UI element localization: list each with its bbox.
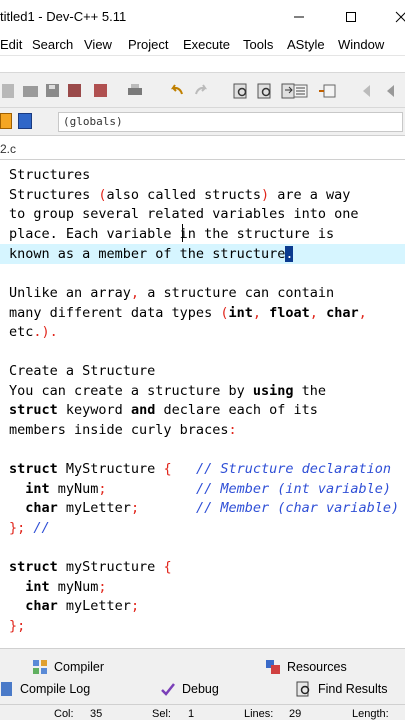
compile-log-tab[interactable]: Compile Log [0, 681, 90, 697]
menu-tools[interactable]: Tools [243, 37, 273, 52]
unindent-button[interactable] [318, 82, 336, 100]
class-bar: (globals) [0, 108, 405, 136]
indent-icon [293, 84, 308, 98]
debug-check-icon [161, 683, 175, 696]
code-line: many different data types (int, float, c… [9, 305, 367, 321]
status-sel-label: Sel: [152, 708, 171, 720]
compiler-tab-label: Compiler [54, 660, 105, 674]
maximize-icon [346, 12, 356, 22]
menu-execute[interactable]: Execute [183, 37, 230, 52]
code-line: to group several related variables into … [9, 206, 359, 222]
code-line: char myLetter; [9, 598, 140, 614]
menu-project[interactable]: Project [128, 37, 168, 52]
menu-search[interactable]: Search [32, 37, 73, 52]
toolbar [0, 72, 405, 108]
status-lines-value: 29 [289, 708, 302, 720]
indent-button[interactable] [292, 82, 310, 100]
resources-tab[interactable]: Resources [265, 659, 347, 675]
code-line: Structures (also called structs) are a w… [9, 187, 351, 203]
text-cursor-ibeam-icon [182, 224, 183, 242]
redo-button[interactable] [192, 82, 210, 100]
close-icon [395, 11, 405, 23]
class-browser-icon[interactable] [0, 113, 12, 129]
code-line: Unlike an array, a structure can contain [9, 285, 335, 301]
find-button[interactable] [232, 82, 250, 100]
status-length-label: Length: [352, 708, 389, 720]
find-results-tab-label: Find Results [318, 682, 388, 696]
nav-forward-button[interactable] [384, 82, 402, 100]
code-line: place. Each variable in the structure is [9, 226, 335, 242]
nav-back-button[interactable] [360, 82, 378, 100]
save-button[interactable] [44, 82, 62, 100]
compiler-tab[interactable]: Compiler [32, 659, 104, 675]
status-col-value: 35 [90, 708, 103, 720]
code-line: Structures [9, 167, 91, 183]
maximize-button[interactable] [340, 6, 362, 28]
code-line: int myNum; // Member (int variable) [9, 481, 392, 497]
undo-button[interactable] [168, 82, 186, 100]
save-all-button[interactable] [66, 82, 84, 100]
close-file-button[interactable] [92, 82, 110, 100]
minimize-button[interactable] [288, 6, 310, 28]
title-bar: titled1 - Dev-C++ 5.11 [0, 0, 405, 34]
unindent-icon [319, 84, 336, 98]
window-title: titled1 - Dev-C++ 5.11 [0, 9, 127, 24]
close-button[interactable] [390, 6, 405, 28]
code-line: You can create a structure by using the [9, 383, 326, 399]
new-file-button[interactable] [0, 82, 18, 100]
code-line: char myLetter; // Member (char variable) [9, 500, 400, 516]
menu-bar: Edit Search View Project Execute Tools A… [0, 34, 405, 56]
status-lines-label: Lines: [244, 708, 274, 720]
folder-icon [23, 86, 38, 97]
members-icon[interactable] [18, 113, 32, 129]
code-line: Create a Structure [9, 363, 156, 379]
compile-log-icon [1, 682, 12, 696]
replace-icon [257, 83, 271, 99]
print-button[interactable] [126, 82, 144, 100]
editor-tabs: 2.c [0, 140, 405, 160]
selected-text: . [285, 246, 294, 262]
minimize-icon [294, 16, 304, 18]
code-line: struct myStructure { [9, 559, 172, 575]
file-icon [2, 84, 14, 98]
scope-select[interactable]: (globals) [58, 112, 403, 132]
close-file-icon [94, 84, 107, 97]
debug-tab[interactable]: Debug [160, 681, 219, 697]
debug-tab-label: Debug [182, 682, 219, 696]
compiler-icon [33, 660, 47, 674]
open-button[interactable] [22, 82, 40, 100]
code-line-current: known as a member of the structure. [9, 246, 294, 262]
code-editor[interactable]: Structures Structures (also called struc… [0, 160, 405, 638]
menu-window[interactable]: Window [338, 37, 384, 52]
code-line: struct MyStructure { // Structure declar… [9, 461, 392, 477]
arrow-left-icon [363, 85, 370, 97]
code-line: etc.). [9, 324, 58, 340]
code-line: }; [9, 618, 26, 634]
menu-astyle[interactable]: AStyle [287, 37, 325, 52]
menu-edit[interactable]: Edit [0, 37, 22, 52]
code-line: }; // [9, 520, 50, 536]
arrow-right-icon [387, 85, 394, 97]
status-bar: Col: 35 Sel: 1 Lines: 29 Length: [0, 704, 405, 720]
tab-file[interactable]: 2.c [0, 142, 16, 156]
code-line: members inside curly braces: [9, 422, 237, 438]
save-icon [46, 84, 59, 97]
redo-icon [195, 84, 208, 95]
undo-icon [170, 84, 183, 95]
find-results-tab[interactable]: Find Results [296, 681, 387, 697]
compile-log-tab-label: Compile Log [20, 682, 91, 696]
resources-icon [266, 660, 280, 674]
code-line: struct keyword and declare each of its [9, 402, 318, 418]
status-sel-value: 1 [188, 708, 195, 720]
find-icon [233, 83, 247, 99]
replace-button[interactable] [256, 82, 274, 100]
resources-tab-label: Resources [287, 660, 347, 674]
status-col-label: Col: [54, 708, 74, 720]
code-line: int myNum; [9, 579, 107, 595]
print-icon [128, 84, 142, 95]
menu-view[interactable]: View [84, 37, 112, 52]
bottom-panel: Compiler Resources Compile Log Debug Fin… [0, 648, 405, 704]
save-all-icon [68, 84, 81, 97]
find-results-icon [296, 681, 310, 697]
